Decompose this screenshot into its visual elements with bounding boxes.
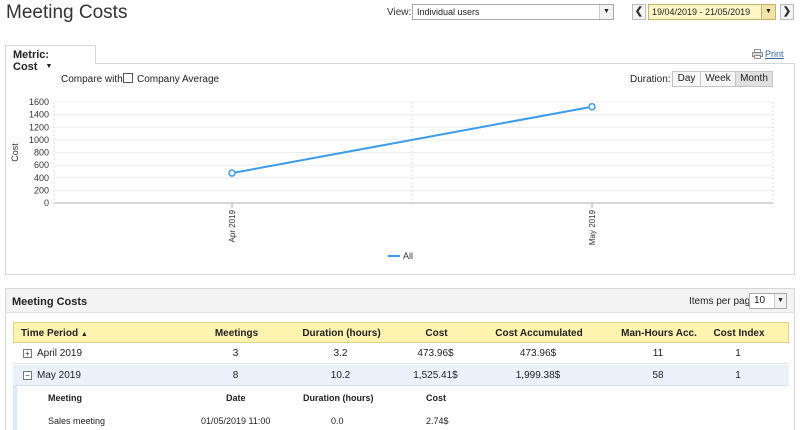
row-cost-accumulated: 473.96$ <box>519 348 557 359</box>
y-tick-label: 1200 <box>29 122 49 132</box>
row-cost: 473.96$ <box>417 348 454 359</box>
collapse-icon[interactable]: − <box>23 371 32 380</box>
table-row-may[interactable]: − May 2019 8 10.2 1,525.41$ 1,999.38$ 58… <box>13 365 789 386</box>
table-panel-title: Meeting Costs <box>12 296 88 308</box>
data-point <box>228 169 236 177</box>
legend-label: All <box>403 251 413 261</box>
y-axis-label: Cost <box>10 143 20 162</box>
row-period: April 2019 <box>37 348 83 359</box>
detail-header-date[interactable]: Date <box>226 393 246 403</box>
detail-duration: 0.0 <box>331 416 344 426</box>
detail-header-meeting[interactable]: Meeting <box>48 393 82 403</box>
col-header-time-period[interactable]: Time Period ▲ <box>21 323 88 345</box>
chevron-down-icon: ▼ <box>45 63 53 70</box>
detail-cost: 2.74$ <box>426 416 449 426</box>
chevron-down-icon: ▼ <box>774 294 786 308</box>
y-tick-label: 600 <box>34 160 49 170</box>
y-tick-label: 0 <box>44 198 49 208</box>
row-cost-index: 1 <box>735 370 741 381</box>
cost-line-chart: 0 200 400 600 800 1000 1200 1400 1600 Cost Apr 201… <box>10 97 774 261</box>
detail-header-duration[interactable]: Duration (hours) <box>303 393 374 403</box>
y-tick-label: 1600 <box>29 97 49 107</box>
items-per-page-label: Items per page <box>689 296 756 307</box>
metric-dropdown-tab[interactable]: Metric: Cost ▼ <box>5 45 96 73</box>
table-panel-header <box>6 289 794 313</box>
sort-ascending-icon: ▲ <box>80 331 88 338</box>
row-meetings: 8 <box>232 370 239 381</box>
items-per-page-value: 10 <box>754 295 766 306</box>
y-tick-label: 200 <box>34 185 49 195</box>
row-cost: 1,525.41$ <box>413 370 458 381</box>
col-header-cost[interactable]: Cost <box>394 323 479 344</box>
metric-tab-label: Metric: Cost <box>13 49 50 73</box>
expand-icon[interactable]: + <box>23 349 32 358</box>
row-cost-index: 1 <box>735 348 741 359</box>
row-cost-accumulated: 1,999.38$ <box>515 370 561 381</box>
detail-meeting-name[interactable]: Sales meeting <box>48 416 105 426</box>
detail-header-cost[interactable]: Cost <box>426 393 446 403</box>
y-tick-label: 1400 <box>29 110 49 120</box>
y-tick-label: 400 <box>34 173 49 183</box>
table-header-row: Time Period ▲ Meetings Duration (hours) … <box>13 322 789 343</box>
y-tick-label: 1000 <box>29 135 49 145</box>
data-point <box>588 102 596 111</box>
col-header-cost-index[interactable]: Cost Index <box>689 323 789 344</box>
y-tick-label: 800 <box>34 148 49 158</box>
row-duration: 3.2 <box>333 348 348 359</box>
row-period: May 2019 <box>37 370 81 381</box>
items-per-page-select[interactable]: 10 ▼ <box>749 293 787 309</box>
col-header-cost-accumulated[interactable]: Cost Accumulated <box>479 323 599 344</box>
detail-date: 01/05/2019 11:00 <box>201 416 271 426</box>
x-tick-label: May 2019 <box>588 209 597 245</box>
x-tick-label: Apr 2019 <box>228 209 237 242</box>
col-header-duration[interactable]: Duration (hours) <box>289 323 394 344</box>
detail-indent-bar <box>13 386 17 430</box>
may-detail-subtable <box>13 386 789 430</box>
col-header-meetings[interactable]: Meetings <box>184 323 289 344</box>
row-duration: 10.2 <box>330 370 351 381</box>
table-row-april[interactable]: + April 2019 3 3.2 473.96$ 473.96$ 11 1 <box>13 343 789 364</box>
row-meetings: 3 <box>232 348 239 359</box>
